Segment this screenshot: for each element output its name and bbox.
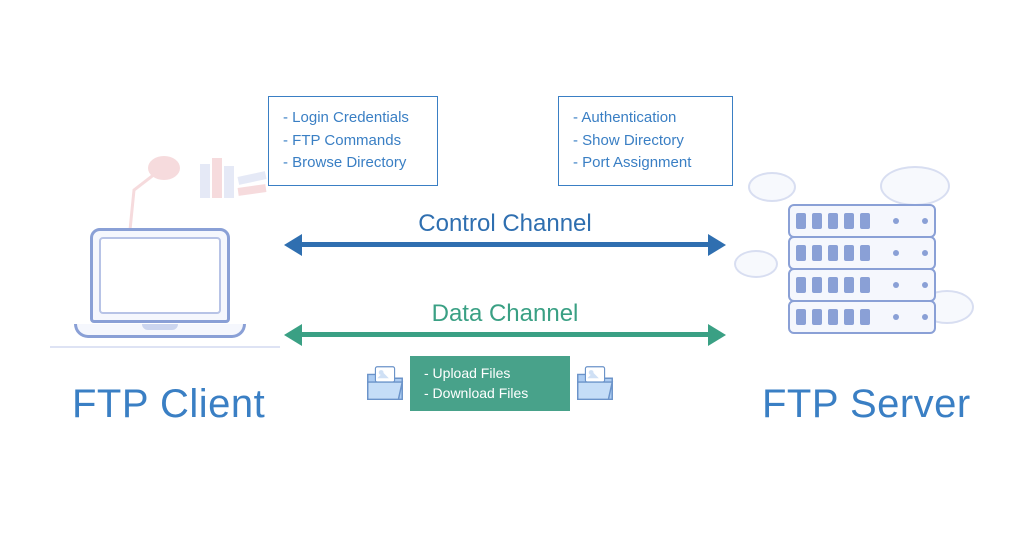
client-label: FTP Client <box>72 382 265 427</box>
folder-icon <box>362 361 408 407</box>
books-icon <box>200 144 270 204</box>
data-channel-label: Data Channel <box>300 300 710 328</box>
laptop-icon <box>90 228 230 323</box>
client-action-item: - Browse Directory <box>283 152 419 175</box>
lamp-icon <box>120 150 190 240</box>
server-actions-box: - Authentication - Show Directory - Port… <box>558 96 733 186</box>
data-channel: Data Channel <box>300 300 710 337</box>
control-channel-label: Control Channel <box>300 210 710 238</box>
server-label: FTP Server <box>762 382 971 427</box>
ftp-diagram: - Login Credentials - FTP Commands - Bro… <box>0 0 1024 557</box>
data-channel-arrow <box>300 332 710 337</box>
data-files-row: - Upload Files - Download Files <box>362 356 618 411</box>
data-files-box: - Upload Files - Download Files <box>410 356 570 411</box>
data-file-item: - Download Files <box>424 384 552 404</box>
server-action-item: - Show Directory <box>573 130 714 153</box>
client-action-item: - FTP Commands <box>283 130 419 153</box>
server-action-item: - Authentication <box>573 107 714 130</box>
client-action-item: - Login Credentials <box>283 107 419 130</box>
server-illustration <box>770 190 970 370</box>
server-rack-icon <box>788 204 936 332</box>
control-channel: Control Channel <box>300 210 710 247</box>
folder-icon <box>572 361 618 407</box>
data-file-item: - Upload Files <box>424 364 552 384</box>
client-actions-box: - Login Credentials - FTP Commands - Bro… <box>268 96 438 186</box>
client-illustration <box>60 200 260 370</box>
control-channel-arrow <box>300 242 710 247</box>
server-action-item: - Port Assignment <box>573 152 714 175</box>
